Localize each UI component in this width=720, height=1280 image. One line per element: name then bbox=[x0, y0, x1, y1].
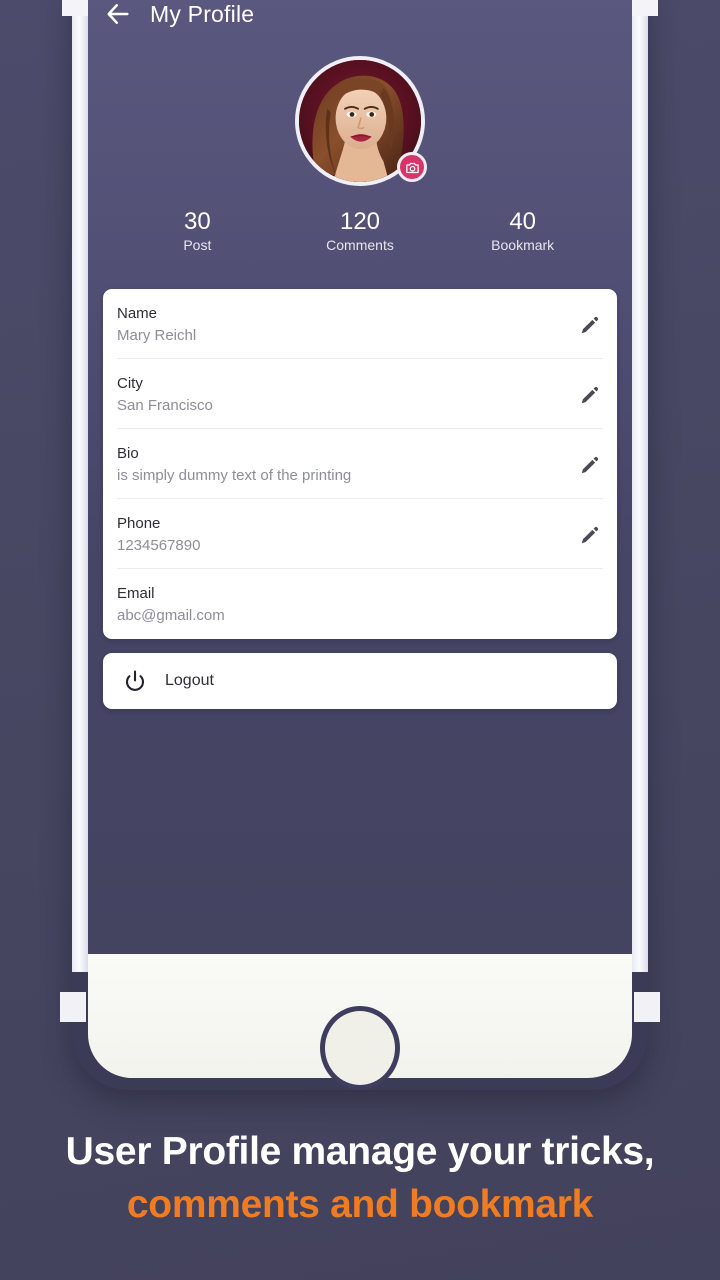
bezel-tab-bottom-left bbox=[60, 992, 86, 1022]
pencil-icon[interactable] bbox=[579, 524, 601, 546]
camera-icon[interactable] bbox=[397, 152, 427, 182]
profile-field-bio[interactable]: Bio is simply dummy text of the printing bbox=[103, 429, 617, 499]
stat-label: Bookmark bbox=[491, 236, 555, 253]
stat-label: Post bbox=[183, 236, 212, 253]
field-label: City bbox=[117, 374, 143, 392]
stats-row: 30 Post 120 Comments 40 Bookmark bbox=[88, 208, 632, 253]
stat-bookmark[interactable]: 40 Bookmark bbox=[441, 208, 604, 253]
bezel-tab-top-left bbox=[62, 0, 88, 16]
page-title: My Profile bbox=[150, 0, 255, 27]
phone-device-frame: My Profile 30 Post 120 Comments 40 Bookm… bbox=[62, 0, 658, 1090]
profile-field-city[interactable]: City San Francisco bbox=[103, 359, 617, 429]
field-value: San Francisco bbox=[117, 396, 213, 414]
stat-label: Comments bbox=[326, 236, 394, 253]
field-value: is simply dummy text of the printing bbox=[117, 466, 352, 484]
phone-screen: My Profile 30 Post 120 Comments 40 Bookm… bbox=[88, 0, 632, 954]
avatar-wrapper bbox=[295, 56, 427, 186]
profile-info-card: Name Mary Reichl City San Francisco Bio … bbox=[103, 288, 617, 639]
field-label: Phone bbox=[117, 514, 161, 532]
pencil-icon[interactable] bbox=[579, 384, 601, 406]
home-button[interactable] bbox=[320, 1006, 400, 1090]
field-value: 1234567890 bbox=[117, 536, 201, 554]
stat-value: 40 bbox=[509, 208, 537, 235]
phone-bezel-left bbox=[72, 0, 88, 972]
power-icon bbox=[123, 669, 147, 693]
field-label: Name bbox=[117, 304, 158, 322]
stat-value: 120 bbox=[339, 208, 381, 235]
bezel-tab-top-right bbox=[632, 0, 658, 16]
profile-field-name[interactable]: Name Mary Reichl bbox=[103, 289, 617, 359]
phone-bezel-right bbox=[632, 0, 648, 972]
pencil-icon[interactable] bbox=[579, 314, 601, 336]
stat-comments[interactable]: 120 Comments bbox=[279, 208, 442, 253]
profile-field-phone[interactable]: Phone 1234567890 bbox=[103, 499, 617, 569]
logout-label: Logout bbox=[165, 671, 214, 689]
arrow-left-icon[interactable] bbox=[104, 0, 132, 28]
field-value: abc@gmail.com bbox=[117, 606, 225, 624]
field-value: Mary Reichl bbox=[117, 326, 197, 344]
app-header: My Profile bbox=[88, 0, 632, 42]
caption-line-2: comments and bookmark bbox=[126, 1182, 594, 1226]
promo-caption: User Profile manage your tricks, comment… bbox=[0, 1130, 720, 1228]
stat-value: 30 bbox=[183, 208, 211, 235]
pencil-icon[interactable] bbox=[579, 454, 601, 476]
bezel-tab-bottom-right bbox=[634, 992, 660, 1022]
logout-button[interactable]: Logout bbox=[103, 652, 617, 709]
caption-line-1: User Profile manage your tricks, bbox=[65, 1130, 655, 1173]
stat-post[interactable]: 30 Post bbox=[116, 208, 279, 253]
profile-field-email[interactable]: Email abc@gmail.com bbox=[103, 569, 617, 639]
field-label: Email bbox=[117, 584, 155, 602]
phone-chin bbox=[88, 954, 632, 1090]
field-label: Bio bbox=[117, 444, 139, 462]
